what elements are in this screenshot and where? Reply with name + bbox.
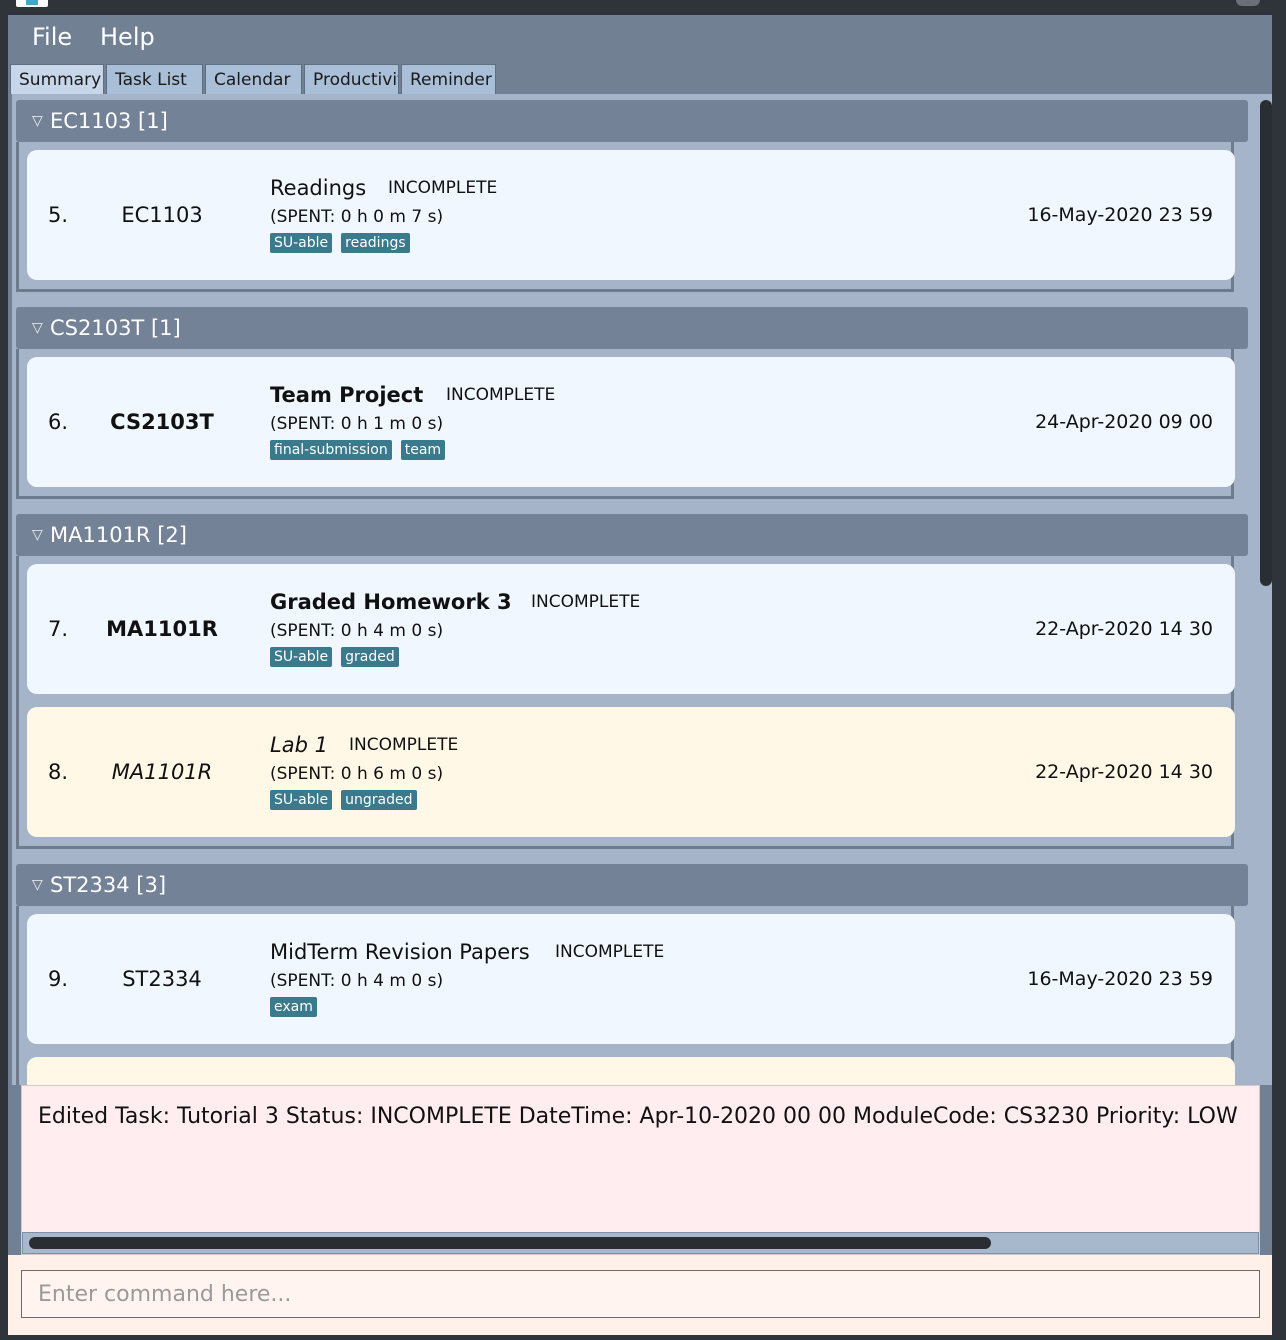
- task-card[interactable]: 5. EC1103 Readings INCOMPLETE (SPENT: 0 …: [27, 150, 1235, 280]
- tab-summary[interactable]: Summary: [10, 64, 104, 94]
- task-index: 7.: [48, 617, 69, 641]
- title-bar: [0, 0, 1286, 15]
- tab-productivity[interactable]: Productivity: [304, 64, 399, 94]
- group-title: CS2103T [1]: [50, 316, 181, 340]
- app-icon: [16, 0, 48, 7]
- window-control-icon[interactable]: [1236, 0, 1260, 6]
- task-status: INCOMPLETE: [531, 592, 641, 612]
- group-title: ST2334 [3]: [50, 873, 167, 897]
- module-group: ▽ CS2103T [1] 6. CS2103T Team Project IN…: [16, 307, 1248, 505]
- group-header[interactable]: ▽ MA1101R [2]: [16, 514, 1248, 556]
- task-status: INCOMPLETE: [555, 942, 665, 962]
- task-time-spent: (SPENT: 0 h 6 m 0 s): [270, 764, 444, 784]
- group-title: MA1101R [2]: [50, 523, 187, 547]
- task-time-spent: (SPENT: 0 h 4 m 0 s): [270, 621, 444, 641]
- tag: readings: [341, 233, 410, 253]
- tag: team: [400, 440, 446, 460]
- task-index: 8.: [48, 760, 69, 784]
- group-header[interactable]: ▽ EC1103 [1]: [16, 100, 1248, 142]
- task-card[interactable]: 9. ST2334 MidTerm Revision Papers INCOMP…: [27, 914, 1235, 1044]
- module-group: ▽ MA1101R [2] 7. MA1101R Graded Homework…: [16, 514, 1248, 855]
- vertical-scrollbar[interactable]: [1260, 100, 1272, 586]
- task-status: INCOMPLETE: [388, 178, 498, 198]
- task-datetime: 16-May-2020 23 59: [1027, 204, 1213, 226]
- tag: graded: [341, 647, 399, 667]
- module-group: ▽ ST2334 [3] 9. ST2334 MidTerm Revision …: [16, 864, 1248, 1085]
- task-module: MA1101R: [106, 617, 218, 641]
- tag-list: final-submission team: [270, 439, 454, 460]
- group-title: EC1103 [1]: [50, 109, 168, 133]
- tab-calendar[interactable]: Calendar: [205, 64, 302, 94]
- tag: exam: [270, 997, 317, 1017]
- tag-list: SU-able graded: [270, 646, 408, 667]
- tag-list: SU-able ungraded: [270, 789, 426, 810]
- task-module: MA1101R: [111, 760, 213, 784]
- tag: SU-able: [270, 790, 333, 810]
- app-window: File Help Summary Task List Calendar Pro…: [8, 15, 1272, 1335]
- chevron-down-icon: ▽: [32, 113, 43, 129]
- task-card[interactable]: 6. CS2103T Team Project INCOMPLETE (SPEN…: [27, 357, 1235, 487]
- group-body: 6. CS2103T Team Project INCOMPLETE (SPEN…: [16, 349, 1235, 499]
- group-body: 7. MA1101R Graded Homework 3 INCOMPLETE …: [16, 556, 1235, 849]
- tag: SU-able: [270, 233, 333, 253]
- menu-bar: File Help: [8, 15, 1272, 61]
- group-body: 9. ST2334 MidTerm Revision Papers INCOMP…: [16, 906, 1235, 1085]
- group-body: 5. EC1103 Readings INCOMPLETE (SPENT: 0 …: [16, 142, 1235, 292]
- command-box: [8, 1255, 1272, 1335]
- tag-list: exam: [270, 996, 326, 1017]
- task-card[interactable]: 7. MA1101R Graded Homework 3 INCOMPLETE …: [27, 564, 1235, 694]
- module-group: ▽ EC1103 [1] 5. EC1103 Readings INCOMPLE…: [16, 100, 1248, 298]
- task-summary-list: ▽ EC1103 [1] 5. EC1103 Readings INCOMPLE…: [12, 94, 1272, 1085]
- menu-help[interactable]: Help: [100, 23, 155, 51]
- task-status: INCOMPLETE: [349, 735, 459, 755]
- task-datetime: 22-Apr-2020 14 30: [1035, 761, 1213, 783]
- task-datetime: 16-May-2020 23 59: [1027, 968, 1213, 990]
- task-index: 5.: [48, 203, 69, 227]
- menu-file[interactable]: File: [32, 23, 72, 51]
- tag-list: SU-able readings: [270, 232, 419, 253]
- tag: SU-able: [270, 647, 333, 667]
- tag: final-submission: [270, 440, 392, 460]
- task-index: 9.: [48, 967, 69, 991]
- task-name: Team Project: [270, 383, 424, 407]
- group-header[interactable]: ▽ CS2103T [1]: [16, 307, 1248, 349]
- task-datetime: 22-Apr-2020 14 30: [1035, 618, 1213, 640]
- tab-task-list[interactable]: Task List: [106, 64, 203, 94]
- task-datetime: 24-Apr-2020 09 00: [1035, 411, 1213, 433]
- chevron-down-icon: ▽: [32, 527, 43, 543]
- tag: ungraded: [341, 790, 417, 810]
- task-time-spent: (SPENT: 0 h 0 m 7 s): [270, 207, 444, 227]
- task-index: 6.: [48, 410, 69, 434]
- group-header[interactable]: ▽ ST2334 [3]: [16, 864, 1248, 906]
- task-time-spent: (SPENT: 0 h 1 m 0 s): [270, 414, 444, 434]
- task-module: CS2103T: [110, 410, 214, 434]
- task-time-spent: (SPENT: 0 h 4 m 0 s): [270, 971, 444, 991]
- task-name: Readings: [270, 176, 367, 200]
- command-input[interactable]: [21, 1270, 1260, 1318]
- task-name: MidTerm Revision Papers: [270, 940, 530, 964]
- scrollbar-thumb[interactable]: [29, 1237, 991, 1249]
- tab-reminder[interactable]: Reminder: [401, 64, 496, 94]
- horizontal-scrollbar[interactable]: [22, 1232, 1259, 1254]
- result-display: Edited Task: Tutorial 3 Status: INCOMPLE…: [21, 1085, 1260, 1255]
- task-module: ST2334: [122, 967, 202, 991]
- task-module: EC1103: [121, 203, 203, 227]
- task-name: Graded Homework 3: [270, 590, 512, 614]
- result-text: Edited Task: Tutorial 3 Status: INCOMPLE…: [38, 1104, 1238, 1129]
- task-name: Lab 1: [270, 733, 328, 757]
- chevron-down-icon: ▽: [32, 877, 43, 893]
- task-card[interactable]: 8. MA1101R Lab 1 INCOMPLETE (SPENT: 0 h …: [27, 707, 1235, 837]
- task-card-partial[interactable]: [27, 1057, 1235, 1085]
- task-status: INCOMPLETE: [446, 385, 556, 405]
- chevron-down-icon: ▽: [32, 320, 43, 336]
